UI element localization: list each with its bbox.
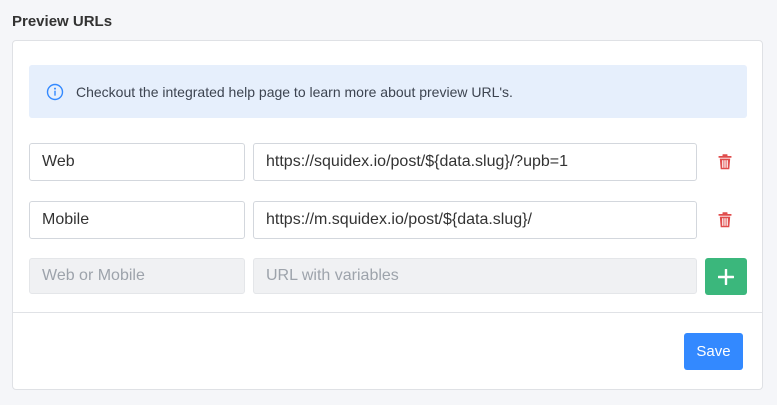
preview-url-row xyxy=(29,143,749,181)
info-text: Checkout the integrated help page to lea… xyxy=(76,83,513,100)
preview-name-input[interactable] xyxy=(29,201,245,239)
plus-icon xyxy=(718,268,734,285)
preview-url-input[interactable] xyxy=(253,201,697,239)
section-title: Preview URLs xyxy=(12,13,113,30)
trash-icon xyxy=(718,212,732,228)
preview-urls-card: Checkout the integrated help page to lea… xyxy=(12,40,763,390)
delete-row-button[interactable] xyxy=(716,210,734,230)
trash-icon xyxy=(718,154,732,170)
preview-name-input[interactable] xyxy=(29,143,245,181)
save-button[interactable]: Save xyxy=(684,333,743,370)
delete-row-button[interactable] xyxy=(716,152,734,172)
preview-url-input[interactable] xyxy=(253,143,697,181)
new-name-input[interactable] xyxy=(29,258,245,294)
info-alert: Checkout the integrated help page to lea… xyxy=(29,65,747,118)
footer-divider xyxy=(13,312,762,313)
new-url-input[interactable] xyxy=(253,258,697,294)
add-row-button[interactable] xyxy=(705,258,747,295)
preview-url-row xyxy=(29,201,749,239)
new-preview-url-row xyxy=(29,258,749,296)
info-circle-icon xyxy=(46,83,64,101)
